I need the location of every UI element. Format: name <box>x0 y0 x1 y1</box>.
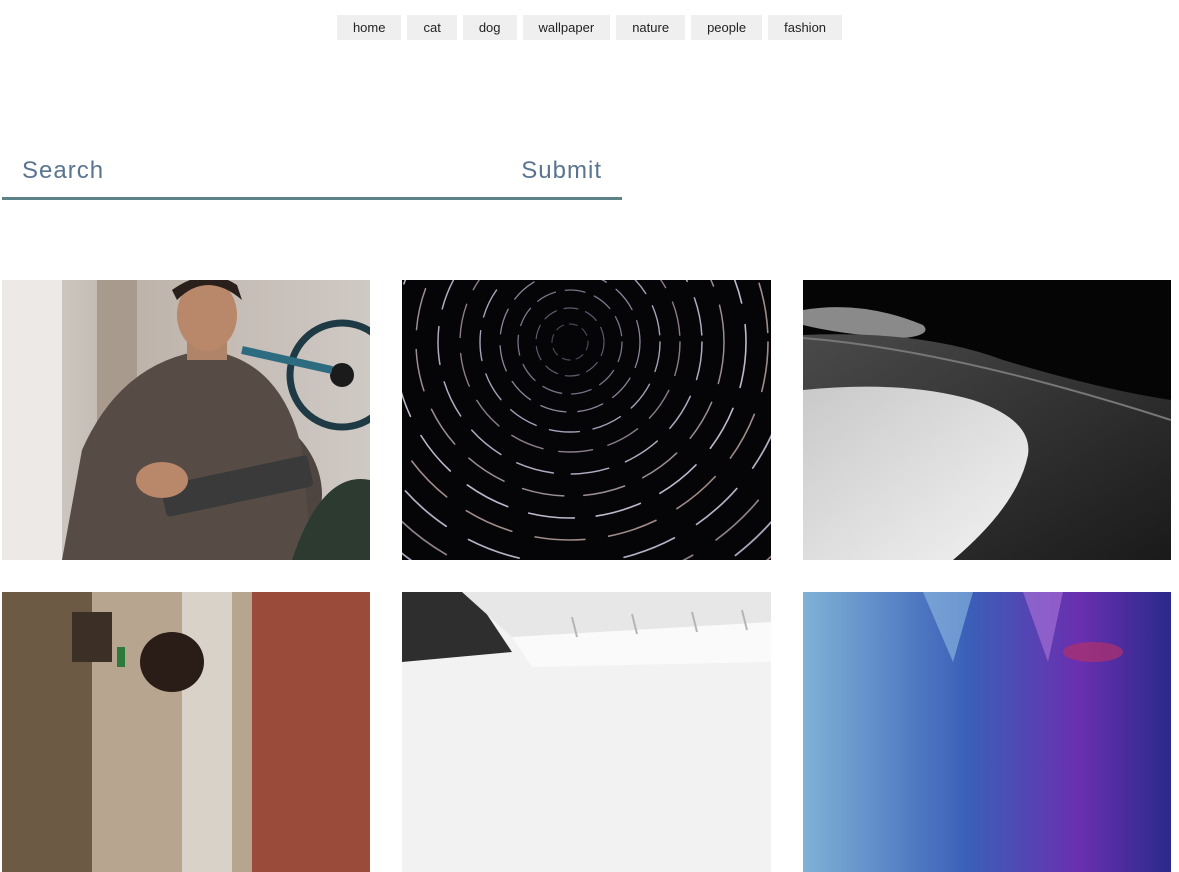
sand-dunes-photo <box>803 280 1171 560</box>
light-rays-photo <box>803 592 1171 872</box>
nav-item-fashion[interactable]: fashion <box>768 15 843 40</box>
architecture-photo <box>402 592 771 872</box>
gallery-image-woman-tablet[interactable] <box>2 280 370 560</box>
nav-item-wallpaper[interactable]: wallpaper <box>522 15 611 40</box>
category-nav: home cat dog wallpaper nature people fas… <box>0 15 1179 40</box>
image-gallery <box>2 280 1171 872</box>
gallery-image-architecture[interactable] <box>402 592 771 872</box>
star-trails-photo <box>402 280 771 560</box>
nav-item-home[interactable]: home <box>336 15 402 40</box>
submit-button[interactable]: Submit <box>501 145 622 197</box>
gallery-image-light-rays[interactable] <box>803 592 1171 872</box>
woman-tablet-photo <box>2 280 370 560</box>
nav-item-people[interactable]: people <box>691 15 763 40</box>
search-input[interactable] <box>2 144 502 198</box>
nav-item-dog[interactable]: dog <box>462 15 517 40</box>
city-street-photo <box>2 592 370 872</box>
gallery-image-sand-dunes[interactable] <box>803 280 1171 560</box>
nav-item-nature[interactable]: nature <box>616 15 686 40</box>
gallery-image-star-trails[interactable] <box>402 280 771 560</box>
gallery-image-city-street[interactable] <box>2 592 370 872</box>
nav-item-cat[interactable]: cat <box>407 15 457 40</box>
search-form: Submit <box>2 144 622 200</box>
